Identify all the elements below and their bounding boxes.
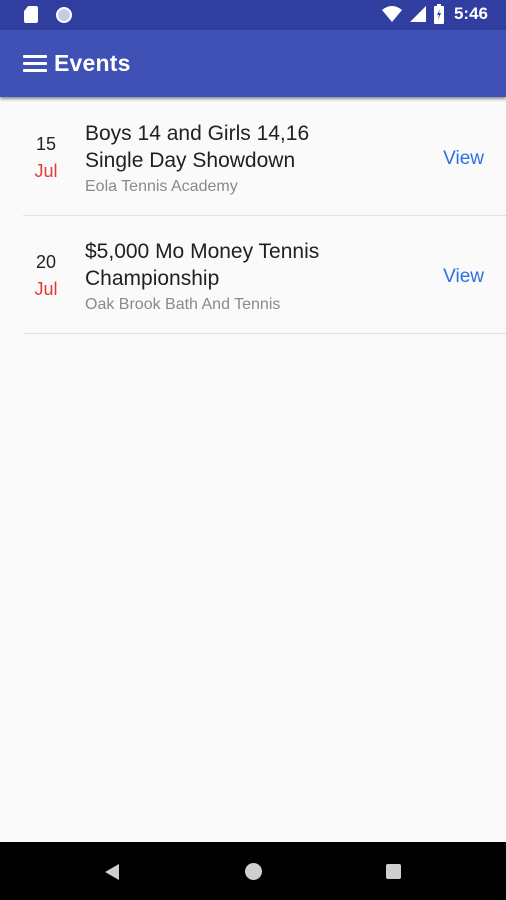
event-month: Jul <box>34 279 58 299</box>
event-day: 20 <box>35 252 57 272</box>
event-venue: Eola Tennis Academy <box>85 178 238 195</box>
app-bar: Events <box>0 30 506 97</box>
view-button[interactable]: View <box>443 266 484 288</box>
view-button[interactable]: View <box>443 148 484 170</box>
event-title: Boys 14 and Girls 14,16 Single Day Showd… <box>85 120 405 174</box>
event-title-line: Single Day Showdown <box>85 149 296 172</box>
sd-card-icon <box>24 6 38 23</box>
battery-charging-icon <box>433 4 444 24</box>
system-nav-bar <box>0 842 506 900</box>
home-icon[interactable] <box>245 863 262 880</box>
back-icon[interactable] <box>105 864 119 880</box>
event-row[interactable]: 20 Jul $5,000 Mo Money Tennis Championsh… <box>0 216 506 334</box>
event-day: 15 <box>35 134 57 154</box>
page-title: Events <box>54 50 131 76</box>
status-bar: 5:46 <box>0 0 506 30</box>
event-title-line: Boys 14 and Girls 14,16 <box>85 122 310 145</box>
hamburger-menu-icon[interactable] <box>23 55 47 73</box>
event-row[interactable]: 15 Jul Boys 14 and Girls 14,16 Single Da… <box>0 98 506 216</box>
divider <box>23 333 506 334</box>
event-title-line: $5,000 Mo Money Tennis <box>85 240 320 263</box>
event-title-line: Championship <box>85 267 220 290</box>
event-venue: Oak Brook Bath And Tennis <box>85 296 281 313</box>
event-month: Jul <box>34 161 58 181</box>
circle-notification-icon <box>56 6 72 23</box>
event-title: $5,000 Mo Money Tennis Championship <box>85 238 405 292</box>
cell-signal-icon <box>409 6 426 22</box>
wifi-icon <box>381 6 402 22</box>
recent-apps-icon[interactable] <box>386 864 401 879</box>
status-time: 5:46 <box>453 4 488 23</box>
event-list: 15 Jul Boys 14 and Girls 14,16 Single Da… <box>0 98 506 334</box>
